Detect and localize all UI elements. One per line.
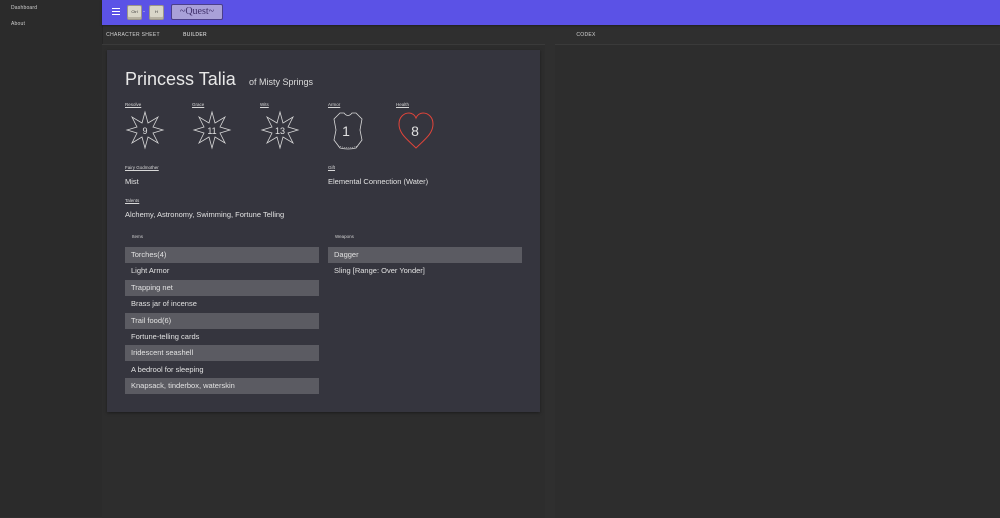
- stat-value: 1: [342, 123, 350, 139]
- tab-character-sheet[interactable]: CHARACTER SHEET: [102, 27, 164, 45]
- stat-label: Health: [396, 102, 410, 107]
- list-item: Iridescent seashell: [125, 345, 319, 362]
- ctrl-key: Ctrl: [127, 5, 142, 20]
- stat-value: 13: [274, 126, 285, 136]
- stat-value: 8: [411, 123, 419, 139]
- stat-label: Wits: [260, 102, 269, 107]
- right-tabs: CODEX: [555, 27, 1000, 45]
- key-separator: -: [143, 9, 145, 15]
- character-origin: of Misty Springs: [249, 77, 314, 87]
- stat-value: 9: [142, 126, 148, 136]
- list-item: A bedrool for sleeping: [131, 364, 204, 374]
- hamburger-icon[interactable]: [112, 8, 120, 16]
- sidebar: Dashboard About: [0, 0, 103, 517]
- stat-label: Armor: [328, 102, 341, 107]
- list-item: Torches(4): [125, 247, 319, 263]
- talents-label: Talents: [125, 198, 140, 203]
- h-key: H: [149, 5, 164, 20]
- list-item: Light Armor: [131, 266, 170, 276]
- stat-label: Grace: [192, 102, 205, 107]
- quest-button[interactable]: ~Quest~: [171, 4, 223, 20]
- items-header: Items: [132, 234, 144, 239]
- sidebar-item-dashboard[interactable]: Dashboard: [11, 5, 37, 11]
- stat-label: Resolve: [125, 102, 142, 107]
- tab-codex[interactable]: CODEX: [555, 27, 617, 45]
- list-item: Trapping net: [125, 279, 319, 296]
- items-list: Torches(4) Light Armor Trapping net Bras…: [125, 247, 319, 395]
- list-item: Dagger: [328, 247, 522, 263]
- character-name: Princess Talia: [125, 69, 236, 89]
- gift-label: Gift: [328, 165, 336, 170]
- list-item: Knapsack, tinderbox, waterskin: [125, 378, 319, 395]
- gift-value: Elemental Connection (Water): [328, 177, 429, 186]
- stat-resolve: Resolve 9: [125, 102, 175, 152]
- character-card: Princess Talia of Misty Springs Resolve …: [107, 50, 540, 412]
- stat-grace: Grace 11: [192, 102, 242, 152]
- tab-builder[interactable]: BUILDER: [174, 27, 216, 44]
- list-item: Sling [Range: Over Yonder]: [334, 266, 425, 276]
- stat-armor: Armor 1: [328, 102, 378, 152]
- fairy-godmother-label: Fairy Godmother: [125, 165, 159, 170]
- stat-wits: Wits 13: [260, 102, 310, 152]
- top-bar: Ctrl - H ~Quest~: [102, 0, 1000, 25]
- sidebar-item-about[interactable]: About: [11, 21, 25, 27]
- codex-panel: [555, 44, 1000, 518]
- stat-health: Health 8: [396, 102, 446, 152]
- list-item: Fortune-telling cards: [131, 331, 200, 341]
- talents-value: Alchemy, Astronomy, Swimming, Fortune Te…: [125, 210, 285, 219]
- weapons-list: Dagger Sling [Range: Over Yonder]: [328, 247, 522, 280]
- stat-value: 11: [207, 126, 217, 136]
- fairy-godmother-value: Mist: [125, 177, 139, 186]
- weapons-header: Weapons: [335, 234, 354, 239]
- list-item: Brass jar of incense: [131, 299, 197, 309]
- left-tabs: CHARACTER SHEET BUILDER: [102, 27, 545, 45]
- list-item: Trail food(6): [125, 312, 319, 329]
